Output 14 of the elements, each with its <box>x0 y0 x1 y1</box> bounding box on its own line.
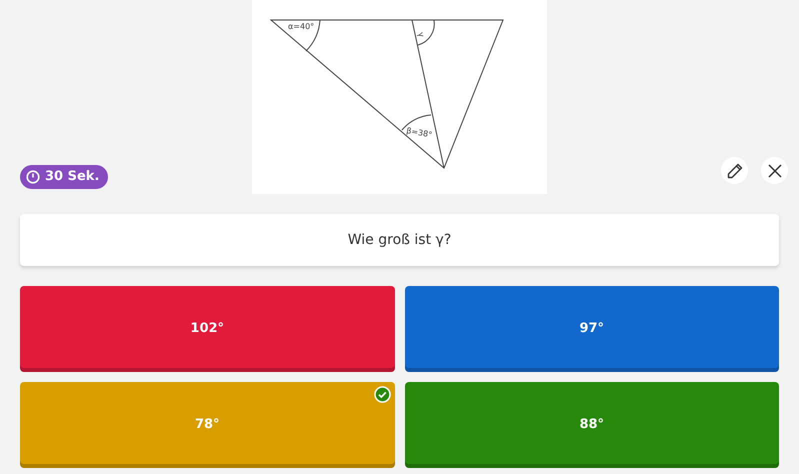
answer-button[interactable]: 88° <box>404 382 779 468</box>
timer-badge: 30 Sek. <box>20 165 108 189</box>
angle-label: α=40° <box>288 22 314 31</box>
angle-label: β=38° <box>406 126 433 140</box>
pencil-icon <box>726 162 742 178</box>
answer-button[interactable]: 97° <box>404 286 779 372</box>
answer-button[interactable]: 102° <box>20 286 394 372</box>
close-icon <box>768 164 782 178</box>
answer-button[interactable]: 78° <box>20 382 394 468</box>
pencil-button[interactable] <box>721 157 748 184</box>
angle-label: γ <box>416 31 426 38</box>
close-button[interactable] <box>761 157 788 184</box>
question-text: Wie groß ist γ? <box>348 230 452 250</box>
clock-icon <box>26 170 40 184</box>
